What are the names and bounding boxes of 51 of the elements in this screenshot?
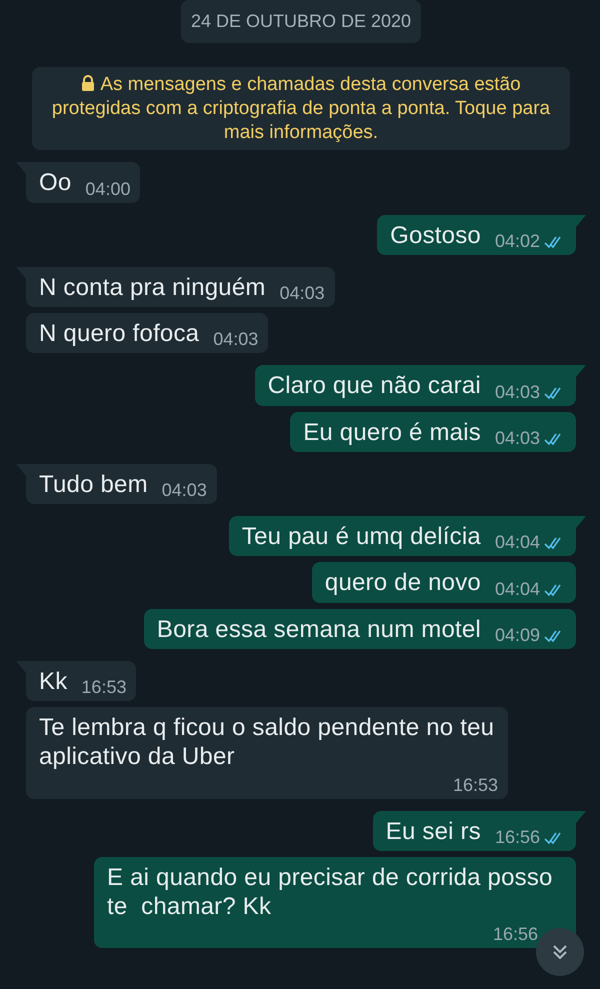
message-time: 04:03 <box>494 382 540 404</box>
message-text: Oo <box>39 168 72 198</box>
message-bubble[interactable]: Oo 04:00 <box>26 162 140 203</box>
message-bubble[interactable]: Gostoso 04:02 <box>377 214 576 255</box>
message-time: 04:03 <box>494 428 540 450</box>
message-text: Te lembra q ficou o saldo pendente no teu aplicativo da Uber <box>39 713 496 772</box>
message-text: Gostoso <box>390 220 481 250</box>
bubble-tail <box>576 214 586 227</box>
message-bubble[interactable]: Eu quero é mais 04:03 <box>290 412 576 452</box>
message-time: 04:03 <box>280 283 325 306</box>
message-time: 04:02 <box>494 230 540 253</box>
message-time: 16:53 <box>452 774 498 797</box>
message-bubble[interactable]: quero de novo 04:04 <box>312 562 576 603</box>
message-bubble[interactable]: N quero fofoca 04:03 <box>26 313 268 354</box>
message-time: 04:03 <box>213 329 258 352</box>
message-text: Eu sei rs <box>386 816 481 846</box>
encryption-notice[interactable]: As mensagens e chamadas desta conversa estão protegidas com a criptografia de ponta a ponta. Toque para mais informações. <box>32 67 570 150</box>
message-bubble[interactable]: E ai quando eu precisar de corrida posso te chamar? Kk 16:56 <box>94 856 576 948</box>
message-bubble[interactable]: Claro que não carai 04:03 <box>254 365 576 406</box>
message-time: 16:56 <box>492 924 538 946</box>
bubble-tail <box>576 810 586 823</box>
message-time: 04:03 <box>162 480 207 502</box>
lock-icon <box>81 75 96 91</box>
double-chevron-down-icon <box>551 943 569 961</box>
message-text: Bora essa semana num motel <box>156 614 481 644</box>
message-text: N conta pra ninguém <box>39 272 266 302</box>
message-bubble[interactable]: Te lembra q ficou o saldo pendente no teu aplicativo da Uber 16:53 <box>26 707 508 799</box>
message-bubble[interactable]: Tudo bem 04:03 <box>26 464 217 504</box>
message-bubble[interactable]: Bora essa semana num motel 04:09 <box>144 608 576 649</box>
message-text: Tudo bem <box>39 470 148 500</box>
message-text: Eu quero é mais <box>303 418 481 447</box>
message-time: 04:09 <box>494 624 540 647</box>
message-time: 16:53 <box>81 677 126 700</box>
message-text: Claro que não carai <box>268 371 481 401</box>
message-bubble[interactable]: Teu pau é umq delícia 04:04 <box>228 516 576 556</box>
message-text: E ai quando eu precisar de corrida posso te chamar? Kk <box>107 862 554 922</box>
scroll-down-button[interactable] <box>536 928 584 976</box>
message-time: 04:04 <box>494 532 540 554</box>
message-time: 16:56 <box>494 826 540 849</box>
message-text: quero de novo <box>324 568 481 598</box>
bubble-tail <box>576 365 586 378</box>
message-bubble[interactable]: Kk 16:53 <box>26 660 136 702</box>
message-bubble[interactable]: Eu sei rs 16:56 <box>372 810 576 851</box>
message-text: Kk <box>39 666 68 696</box>
message-time: 04:04 <box>494 578 540 601</box>
date-label: 24 DE OUTUBRO DE 2020 <box>180 0 422 43</box>
message-time: 04:00 <box>85 178 130 201</box>
message-text: N quero fofoca <box>39 319 200 348</box>
bubble-tail <box>576 516 586 528</box>
message-text: Teu pau é umq delícia <box>242 522 481 552</box>
message-bubble[interactable]: N conta pra ninguém 04:03 <box>26 266 335 308</box>
